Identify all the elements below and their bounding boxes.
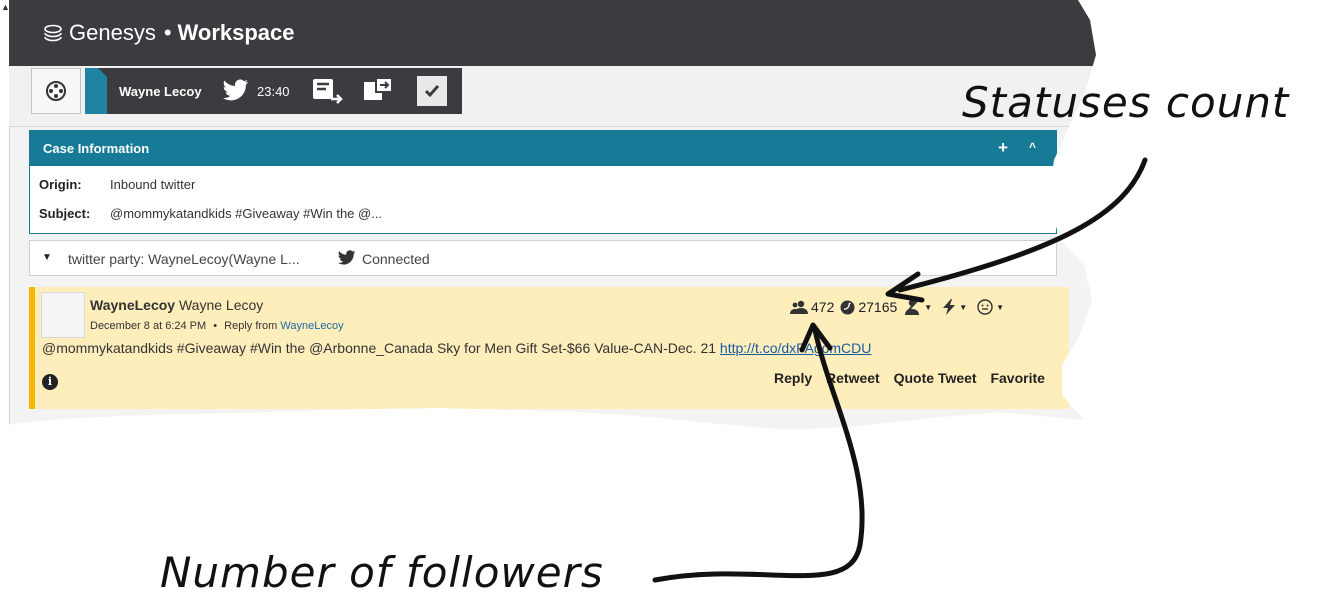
followers-arrow — [652, 327, 865, 583]
statuses-arrow — [897, 157, 1148, 293]
annotation-arrows — [652, 157, 1148, 583]
